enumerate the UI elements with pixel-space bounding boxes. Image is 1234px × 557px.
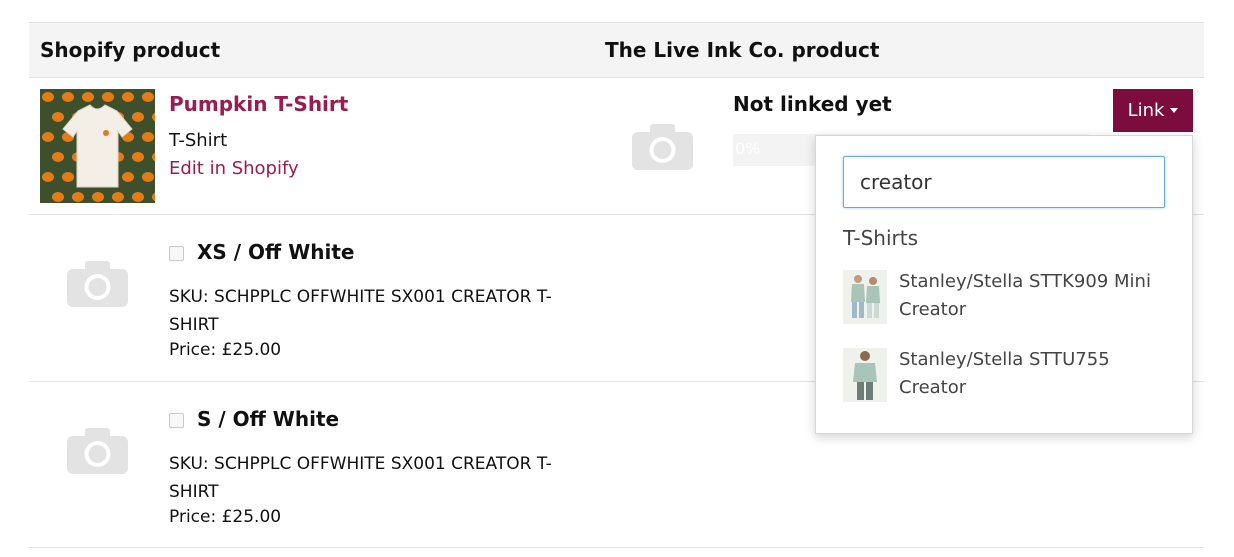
product-type: T-Shirt [169, 130, 228, 151]
variant-price: Price: £25.00 [169, 507, 282, 527]
dropdown-option[interactable]: Stanley/Stella STTK909 Mini Creator [843, 268, 1173, 328]
product-link-table: Shopify product The Live Ink Co. product… [29, 22, 1204, 548]
dropdown-option-label: Stanley/Stella STTU755 Creator [899, 349, 1110, 398]
dropdown-group-label: T-Shirts [843, 226, 919, 250]
link-button[interactable]: Link [1113, 89, 1193, 132]
header-liveink-product: The Live Ink Co. product [605, 38, 880, 62]
pumpkin-tshirt-image [42, 92, 155, 202]
camera-placeholder-icon [67, 261, 128, 307]
camera-placeholder-icon [632, 124, 693, 170]
table-header: Shopify product The Live Ink Co. product [29, 22, 1204, 78]
progress-label: 0% [735, 139, 761, 158]
variant-price: Price: £25.00 [169, 340, 282, 360]
variant-checkbox[interactable] [169, 246, 184, 261]
product-search-input[interactable] [843, 156, 1165, 208]
variant-title: XS / Off White [197, 240, 355, 264]
variant-title: S / Off White [197, 407, 340, 431]
product-thumbnail [40, 89, 155, 203]
variant-sku: SKU: SCHPPLC OFFWHITE SX001 CREATOR T-SH… [169, 287, 552, 335]
variant-checkbox[interactable] [169, 413, 184, 428]
variant-sku: SKU: SCHPPLC OFFWHITE SX001 CREATOR T-SH… [169, 454, 552, 502]
dropdown-option[interactable]: Stanley/Stella STTU755 Creator [843, 346, 1173, 406]
option-thumbnail [843, 348, 887, 402]
link-button-label: Link [1127, 100, 1165, 121]
dropdown-option-label: Stanley/Stella STTK909 Mini Creator [899, 271, 1151, 320]
header-shopify-product: Shopify product [40, 38, 221, 62]
link-dropdown-menu: T-Shirts Stanley/Stella STTK909 Mini Cre… [815, 135, 1193, 434]
edit-in-shopify-link[interactable]: Edit in Shopify [169, 158, 299, 179]
chevron-down-icon [1170, 108, 1179, 113]
link-status: Not linked yet [733, 92, 892, 116]
option-thumbnail [843, 270, 887, 324]
camera-placeholder-icon [67, 428, 128, 474]
product-title-link[interactable]: Pumpkin T-Shirt [169, 92, 348, 116]
